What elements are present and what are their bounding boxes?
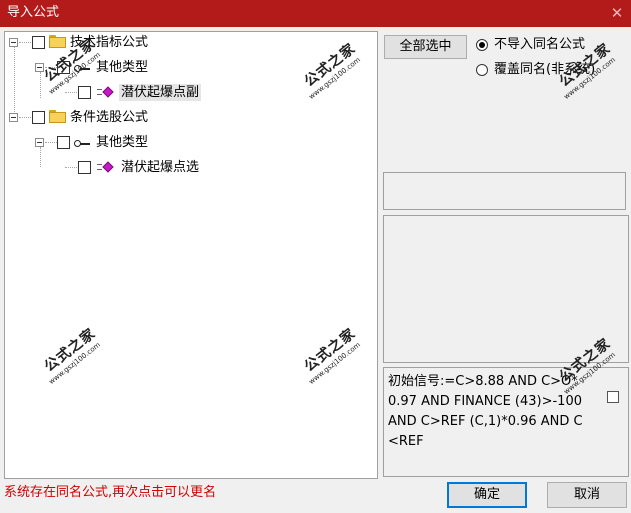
cancel-button[interactable]: 取消 <box>547 482 627 508</box>
formula-tree[interactable]: 技术指标公式 其他类型 潜伏起爆点副 条件选股公式 其他类型 潜伏起爆点选 <box>4 31 378 479</box>
formula-description-panel <box>383 215 629 363</box>
rename-field[interactable] <box>383 172 626 210</box>
tree-checkbox[interactable] <box>78 86 91 99</box>
key-icon <box>74 64 90 74</box>
title-bar: 导入公式 ✕ <box>0 0 631 27</box>
radio-skip-duplicate[interactable] <box>476 39 488 51</box>
tree-connector <box>45 142 57 143</box>
tree-checkbox[interactable] <box>57 61 70 74</box>
tree-checkbox[interactable] <box>78 161 91 174</box>
tree-node-label: 条件选股公式 <box>70 110 149 125</box>
tree-node-label: 潜伏起爆点副 <box>119 84 202 101</box>
tree-connector <box>19 117 31 118</box>
collapse-toggle[interactable] <box>9 38 18 47</box>
formula-gem-icon <box>97 161 114 173</box>
tree-node-label: 潜伏起爆点选 <box>121 160 200 175</box>
folder-icon <box>49 35 66 48</box>
tree-connector <box>40 147 41 167</box>
tree-connector <box>14 47 15 122</box>
formula-gem-icon <box>97 86 114 98</box>
tree-node-label: 其他类型 <box>96 135 149 150</box>
preview-checkbox[interactable] <box>607 391 619 403</box>
tree-node-label: 其他类型 <box>96 60 149 75</box>
window-title: 导入公式 <box>7 5 60 20</box>
tree-checkbox[interactable] <box>57 136 70 149</box>
collapse-toggle[interactable] <box>9 113 18 122</box>
radio-overwrite-duplicate-label: 覆盖同名(非系统) <box>494 62 596 77</box>
tree-connector <box>40 72 41 98</box>
tree-connector <box>65 92 77 93</box>
folder-icon <box>49 110 66 123</box>
key-icon <box>74 139 90 149</box>
radio-skip-duplicate-label: 不导入同名公式 <box>494 37 586 52</box>
formula-preview-text: 初始信号:=C>8.88 AND C>O*0.97 AND FINANCE (4… <box>388 374 583 449</box>
collapse-toggle[interactable] <box>35 63 44 72</box>
close-icon[interactable]: ✕ <box>607 3 627 23</box>
tree-connector <box>19 42 31 43</box>
radio-overwrite-duplicate[interactable] <box>476 64 488 76</box>
tree-checkbox[interactable] <box>32 36 45 49</box>
tree-checkbox[interactable] <box>32 111 45 124</box>
collapse-toggle[interactable] <box>35 138 44 147</box>
tree-connector <box>65 167 77 168</box>
select-all-button[interactable]: 全部选中 <box>384 35 467 59</box>
tree-connector <box>45 67 57 68</box>
ok-button[interactable]: 确定 <box>447 482 527 508</box>
status-message: 系统存在同名公式,再次点击可以更名 <box>4 485 217 500</box>
tree-node-label: 技术指标公式 <box>70 35 149 50</box>
